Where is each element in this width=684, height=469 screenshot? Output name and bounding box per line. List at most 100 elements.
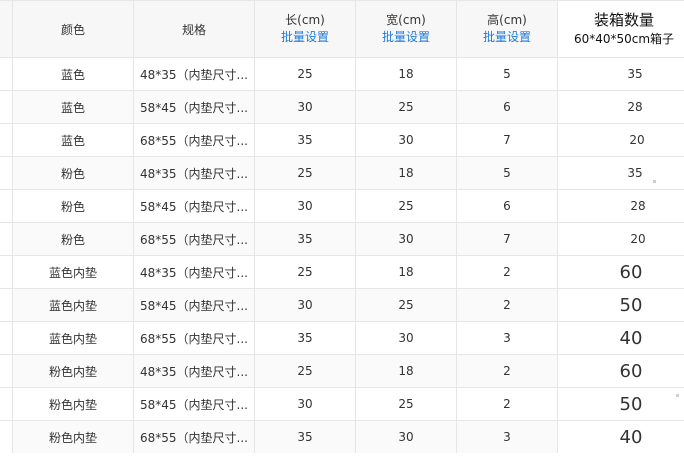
batch-set-length-link[interactable]: 批量设置 — [255, 28, 355, 46]
cell-length-input[interactable]: 25 — [254, 57, 356, 91]
cell-length-input[interactable]: 30 — [254, 288, 356, 322]
cell-height-input[interactable]: 2 — [456, 354, 558, 388]
cell-length-input[interactable]: 35 — [254, 222, 356, 256]
cell-height-input[interactable]: 7 — [456, 123, 558, 157]
header-pack-quantity: 装箱数量 60*40*50cm箱子 — [557, 0, 684, 58]
cell-color: 粉色 — [12, 189, 134, 223]
cell-width-input[interactable]: 30 — [355, 321, 457, 355]
cell-pack-quantity: 60 — [557, 255, 684, 289]
cell-spec: 58*45（内垫尺寸... — [133, 288, 255, 322]
cell-pack-quantity: 20 — [557, 123, 684, 157]
row-gutter — [0, 354, 13, 388]
batch-set-width-link[interactable]: 批量设置 — [356, 28, 456, 46]
cell-width-input[interactable]: 25 — [355, 387, 457, 421]
cell-spec: 58*45（内垫尺寸... — [133, 189, 255, 223]
header-width: 宽(cm) 批量设置 — [355, 0, 457, 58]
table-row: 粉色内垫 48*35（内垫尺寸... 25 18 2 60 — [0, 354, 684, 388]
cell-height-input[interactable]: 3 — [456, 321, 558, 355]
cell-length-input[interactable]: 30 — [254, 387, 356, 421]
cell-length-input[interactable]: 30 — [254, 189, 356, 223]
cell-width-input[interactable]: 30 — [355, 420, 457, 453]
cell-width-input[interactable]: 18 — [355, 156, 457, 190]
cell-pack-quantity: 28 — [557, 189, 684, 223]
cell-length-input[interactable]: 25 — [254, 255, 356, 289]
cell-pack-quantity: 40 — [557, 321, 684, 355]
row-gutter — [0, 387, 13, 421]
cell-spec: 68*55（内垫尺寸... — [133, 123, 255, 157]
cell-width-input[interactable]: 18 — [355, 255, 457, 289]
table-row: 蓝色 58*45（内垫尺寸... 30 25 6 28 — [0, 90, 684, 124]
cell-pack-quantity: 20 — [557, 222, 684, 256]
cell-height-input[interactable]: 2 — [456, 288, 558, 322]
cell-spec: 58*45（内垫尺寸... — [133, 387, 255, 421]
cell-spec: 68*55（内垫尺寸... — [133, 222, 255, 256]
table-row: 蓝色内垫 48*35（内垫尺寸... 25 18 2 60 — [0, 255, 684, 289]
header-height: 高(cm) 批量设置 — [456, 0, 558, 58]
cell-color: 粉色 — [12, 156, 134, 190]
row-gutter — [0, 255, 13, 289]
header-color: 颜色 — [12, 0, 134, 58]
cell-spec: 48*35（内垫尺寸... — [133, 156, 255, 190]
cell-height-input[interactable]: 6 — [456, 90, 558, 124]
cell-spec: 48*35（内垫尺寸... — [133, 255, 255, 289]
cell-spec: 48*35（内垫尺寸... — [133, 354, 255, 388]
cell-color: 蓝色内垫 — [12, 288, 134, 322]
cell-spec: 48*35（内垫尺寸... — [133, 57, 255, 91]
row-gutter — [0, 189, 13, 223]
cell-color: 蓝色内垫 — [12, 321, 134, 355]
cell-length-input[interactable]: 35 — [254, 321, 356, 355]
header-height-label: 高(cm) — [487, 13, 527, 27]
cell-pack-quantity: 60 — [557, 354, 684, 388]
header-length-label: 长(cm) — [285, 13, 325, 27]
cell-color: 粉色内垫 — [12, 387, 134, 421]
cell-width-input[interactable]: 30 — [355, 222, 457, 256]
pack-box-size-note: 60*40*50cm箱子 — [573, 32, 675, 46]
cell-width-input[interactable]: 30 — [355, 123, 457, 157]
table-row: 蓝色内垫 58*45（内垫尺寸... 30 25 2 50 — [0, 288, 684, 322]
row-gutter — [0, 288, 13, 322]
stray-mark — [676, 394, 679, 397]
cell-height-input[interactable]: 2 — [456, 255, 558, 289]
cell-pack-quantity: 28 — [557, 90, 684, 124]
cell-length-input[interactable]: 25 — [254, 354, 356, 388]
table-row: 粉色 68*55（内垫尺寸... 35 30 7 20 — [0, 222, 684, 256]
stray-mark — [653, 180, 656, 183]
cell-length-input[interactable]: 35 — [254, 123, 356, 157]
cell-color: 蓝色 — [12, 57, 134, 91]
cell-width-input[interactable]: 18 — [355, 57, 457, 91]
cell-width-input[interactable]: 25 — [355, 288, 457, 322]
cell-height-input[interactable]: 7 — [456, 222, 558, 256]
cell-height-input[interactable]: 2 — [456, 387, 558, 421]
row-gutter — [0, 420, 13, 453]
header-length: 长(cm) 批量设置 — [254, 0, 356, 58]
cell-pack-quantity: 35 — [557, 156, 684, 190]
cell-pack-quantity: 35 — [557, 57, 684, 91]
cell-spec: 68*55（内垫尺寸... — [133, 420, 255, 453]
cell-length-input[interactable]: 35 — [254, 420, 356, 453]
cell-color: 粉色内垫 — [12, 354, 134, 388]
cell-spec: 68*55（内垫尺寸... — [133, 321, 255, 355]
cell-height-input[interactable]: 6 — [456, 189, 558, 223]
row-gutter — [0, 57, 13, 91]
cell-height-input[interactable]: 3 — [456, 420, 558, 453]
cell-height-input[interactable]: 5 — [456, 57, 558, 91]
table-row: 粉色内垫 68*55（内垫尺寸... 35 30 3 40 — [0, 420, 684, 453]
batch-set-height-link[interactable]: 批量设置 — [457, 28, 557, 46]
table-body: 蓝色 48*35（内垫尺寸... 25 18 5 35 蓝色 58*45（内垫尺寸... 30 2… — [0, 57, 684, 453]
cell-width-input[interactable]: 25 — [355, 90, 457, 124]
cell-color: 粉色内垫 — [12, 420, 134, 453]
table-row: 蓝色 48*35（内垫尺寸... 25 18 5 35 — [0, 57, 684, 91]
sku-spec-table: 颜色 规格 长(cm) 批量设置 宽(cm) 批量设置 高(cm) 批量设置 装… — [0, 0, 684, 453]
cell-width-input[interactable]: 18 — [355, 354, 457, 388]
cell-length-input[interactable]: 30 — [254, 90, 356, 124]
cell-length-input[interactable]: 25 — [254, 156, 356, 190]
header-width-label: 宽(cm) — [386, 13, 426, 27]
cell-color: 蓝色内垫 — [12, 255, 134, 289]
table-row: 蓝色 68*55（内垫尺寸... 35 30 7 20 — [0, 123, 684, 157]
header-spec: 规格 — [133, 0, 255, 58]
cell-pack-quantity: 50 — [557, 387, 684, 421]
row-gutter — [0, 222, 13, 256]
header-gutter — [0, 0, 13, 58]
cell-width-input[interactable]: 25 — [355, 189, 457, 223]
cell-height-input[interactable]: 5 — [456, 156, 558, 190]
